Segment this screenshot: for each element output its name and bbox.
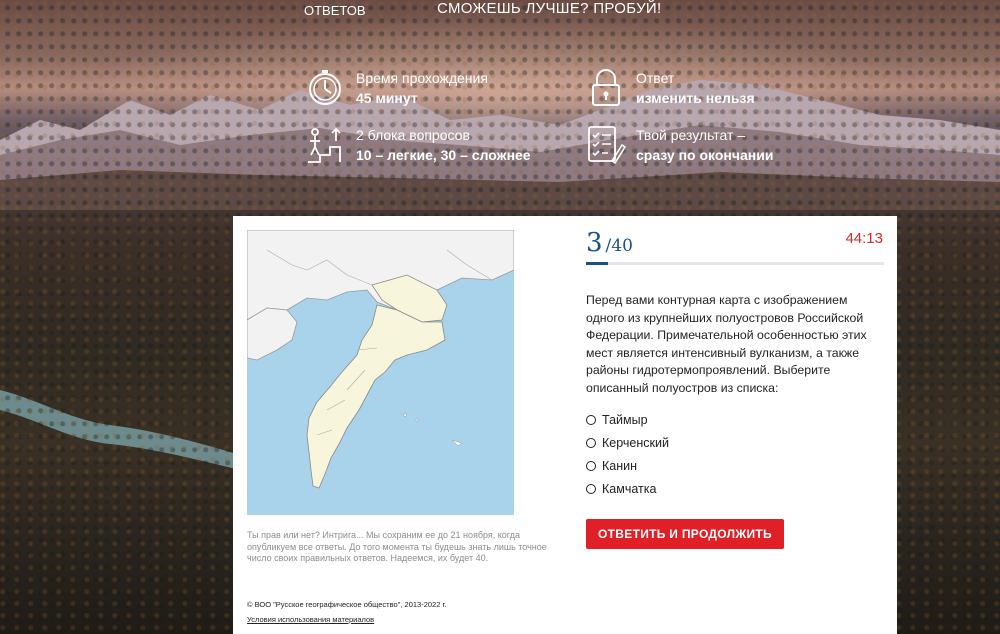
progress-bar	[586, 262, 884, 265]
steps-icon	[308, 127, 341, 163]
current-question-number: 3	[586, 228, 603, 258]
time-title: Время прохождения	[356, 70, 488, 86]
stopwatch-icon	[309, 70, 341, 105]
option-kamchatka[interactable]: Камчатка	[586, 477, 669, 500]
option-taymyr[interactable]: Таймыр	[586, 408, 669, 431]
blocks-value: 10 – легкие, 30 – сложнее	[356, 147, 531, 163]
answer-options: Таймыр Керченский Канин Камчатка	[586, 408, 669, 500]
option-label: Керченский	[602, 435, 669, 450]
blocks-title: 2 блока вопросов	[356, 127, 470, 143]
question-counter: 3/40	[586, 228, 633, 258]
option-kerch[interactable]: Керченский	[586, 431, 669, 454]
cta-text: СМОЖЕШЬ ЛУЧШЕ? ПРОБУЙ!	[437, 0, 662, 17]
option-label: Камчатка	[602, 481, 657, 496]
countdown-timer: 44:13	[845, 230, 883, 247]
intrigue-note: Ты прав или нет? Интрига... Мы сохраним …	[247, 530, 547, 563]
radio-button[interactable]	[586, 437, 596, 448]
lock-icon	[592, 69, 620, 106]
radio-button[interactable]	[586, 483, 596, 494]
radio-button[interactable]	[586, 460, 596, 471]
result-title: Твой результат –	[636, 127, 746, 143]
answer-value: изменить нельзя	[636, 90, 755, 106]
radio-button[interactable]	[586, 414, 596, 425]
progress-bar-fill	[586, 262, 609, 265]
peninsula-map-image	[247, 230, 514, 489]
total-questions: /40	[605, 236, 633, 256]
result-value: сразу по окончании	[636, 147, 774, 163]
option-label: Таймыр	[602, 412, 648, 427]
copyright-text: © ВОО "Русское географическое общество",…	[247, 600, 447, 609]
question-text: Перед вами контурная карта с изображение…	[586, 293, 867, 395]
answers-link[interactable]: ОТВЕТОВ	[304, 3, 366, 18]
quiz-card: Ты прав или нет? Интрига... Мы сохраним …	[233, 216, 897, 634]
submit-answer-button[interactable]: ОТВЕТИТЬ И ПРОДОЛЖИТЬ	[586, 519, 784, 549]
terms-link[interactable]: Условия использования материалов	[247, 615, 374, 624]
checklist-icon	[588, 126, 626, 165]
option-kanin[interactable]: Канин	[586, 454, 669, 477]
option-label: Канин	[602, 458, 638, 473]
answer-title: Ответ	[636, 70, 675, 86]
time-value: 45 минут	[356, 90, 418, 106]
contour-map	[247, 230, 514, 515]
